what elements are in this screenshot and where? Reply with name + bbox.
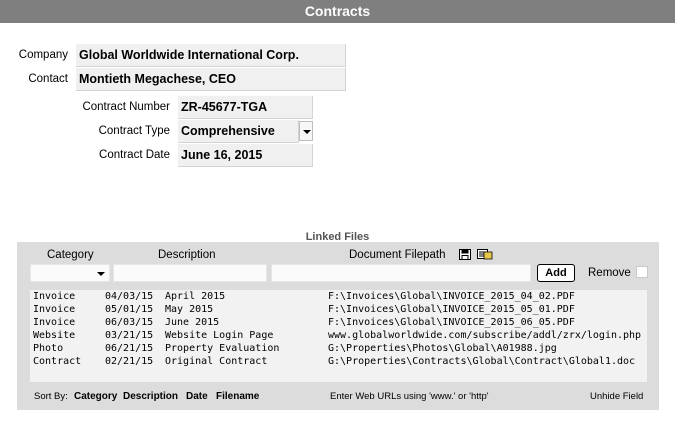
- file-date: 05/01/15: [105, 304, 154, 315]
- file-category: Website: [33, 330, 76, 341]
- file-row[interactable]: Photo 06/21/15 Property Evaluation G:\Pr…: [30, 342, 647, 355]
- open-folder-icon[interactable]: [477, 249, 493, 260]
- contract-number-field[interactable]: ZR-45677-TGA: [178, 96, 313, 119]
- file-path: F:\Invoices\Global\INVOICE_2015_04_02.PD…: [328, 291, 575, 302]
- file-category: Invoice: [33, 304, 76, 315]
- contract-type-dropdown-button[interactable]: [299, 121, 313, 141]
- file-category: Photo: [33, 343, 64, 354]
- description-input[interactable]: [113, 264, 267, 282]
- file-row[interactable]: Invoice 06/03/15 June 2015 F:\Invoices\G…: [30, 316, 647, 329]
- linked-files-list[interactable]: Invoice 04/03/15 April 2015 F:\Invoices\…: [30, 290, 647, 382]
- unhide-field-link[interactable]: Unhide Field: [590, 391, 643, 402]
- file-description: Property Evaluation: [165, 343, 280, 354]
- file-date: 06/03/15: [105, 317, 154, 328]
- contact-field[interactable]: Montieth Megachese, CEO: [76, 68, 346, 91]
- remove-label: Remove: [588, 267, 631, 279]
- sort-category-link[interactable]: Category: [74, 391, 117, 402]
- category-header: Category: [47, 249, 94, 261]
- company-field[interactable]: Global Worldwide International Corp.: [76, 44, 346, 67]
- file-description: April 2015: [165, 291, 226, 302]
- file-category: Invoice: [33, 291, 76, 302]
- file-row[interactable]: Website 03/21/15 Website Login Page www.…: [30, 329, 647, 342]
- file-path: G:\Properties\Contracts\Global\Contract\…: [328, 356, 636, 367]
- category-select[interactable]: [30, 264, 110, 282]
- sort-date-link[interactable]: Date: [186, 391, 208, 402]
- contract-date-label: Contract Date: [99, 149, 170, 161]
- remove-checkbox[interactable]: [636, 266, 648, 278]
- file-date: 06/21/15: [105, 343, 154, 354]
- add-button[interactable]: Add: [537, 264, 575, 282]
- web-url-hint: Enter Web URLs using 'www.' or 'http': [330, 391, 489, 402]
- file-row[interactable]: Contract 02/21/15 Original Contract G:\P…: [30, 355, 647, 368]
- contact-label: Contact: [28, 73, 68, 85]
- file-date: 02/21/15: [105, 356, 154, 367]
- sort-by-label: Sort By:: [34, 391, 68, 402]
- file-description: May 2015: [165, 304, 214, 315]
- contract-number-label: Contract Number: [82, 101, 170, 113]
- linked-files-panel: Category Description Document Filepath A…: [17, 242, 659, 410]
- file-category: Contract: [33, 356, 82, 367]
- filepath-input[interactable]: [271, 264, 531, 282]
- sort-description-link[interactable]: Description: [123, 391, 178, 402]
- file-description: Original Contract: [165, 356, 268, 367]
- company-label: Company: [18, 49, 68, 61]
- description-header: Description: [158, 249, 216, 261]
- file-category: Invoice: [33, 317, 76, 328]
- file-description: Website Login Page: [165, 330, 274, 341]
- file-path: G:\Properties\Photos\Global\A01988.jpg: [328, 343, 557, 354]
- save-icon[interactable]: [459, 249, 471, 260]
- contract-date-field[interactable]: June 16, 2015: [178, 144, 313, 167]
- file-date: 04/03/15: [105, 291, 154, 302]
- file-row[interactable]: Invoice 04/03/15 April 2015 F:\Invoices\…: [30, 290, 647, 303]
- filepath-header: Document Filepath: [349, 249, 446, 261]
- window-title: Contracts: [0, 0, 675, 23]
- file-description: June 2015: [165, 317, 220, 328]
- contract-type-label: Contract Type: [98, 125, 170, 137]
- file-path: F:\Invoices\Global\INVOICE_2015_06_05.PD…: [328, 317, 575, 328]
- file-path: www.globalworldwide.com/subscribe/addl/z…: [328, 330, 642, 341]
- file-path: F:\Invoices\Global\INVOICE_2015_05_01.PD…: [328, 304, 575, 315]
- file-row[interactable]: Invoice 05/01/15 May 2015 F:\Invoices\Gl…: [30, 303, 647, 316]
- sort-filename-link[interactable]: Filename: [216, 391, 259, 402]
- file-date: 03/21/15: [105, 330, 154, 341]
- contract-type-field[interactable]: Comprehensive: [178, 120, 299, 143]
